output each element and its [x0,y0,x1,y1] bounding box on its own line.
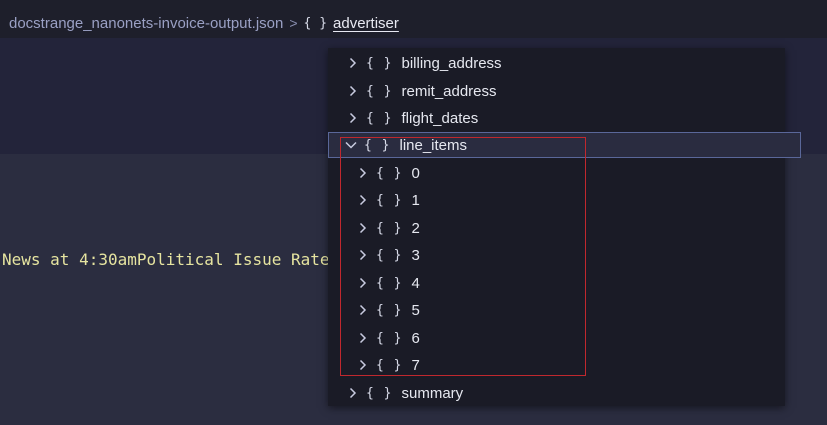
chevron-right-icon [356,193,370,207]
outline-item-line-items[interactable]: { } line_items [328,132,801,158]
chevron-right-icon [356,331,370,345]
object-icon: { } [376,275,403,291]
outline-item-label: remit_address [401,82,497,100]
code-line: News at 4:30amPolitical Issue Rate [2,250,330,269]
breadcrumb-file[interactable]: docstrange_nanonets-invoice-output.json [9,15,283,32]
outline-item-label: flight_dates [401,109,479,127]
breadcrumb-current[interactable]: advertiser [333,15,399,32]
outline-item-4[interactable]: { } 4 [328,270,813,296]
chevron-right-icon [356,221,370,235]
chevron-right-icon [356,248,370,262]
outline-item-1[interactable]: { } 1 [328,187,813,213]
chevron-right-icon [356,303,370,317]
outline-item-label: 0 [411,164,420,182]
outline-item-label: 3 [411,246,420,264]
chevron-right-icon [346,56,360,70]
outline-item-label: line_items [399,136,468,154]
object-icon: { } [366,385,393,401]
chevron-right-icon [356,166,370,180]
outline-item-6[interactable]: { } 6 [328,325,813,351]
outline-item-label: 7 [411,356,420,374]
title-strip [0,0,827,8]
object-icon: { } [364,137,391,153]
outline-item-summary[interactable]: { } summary [328,380,803,406]
chevron-right-icon: > [289,15,298,31]
outline-item-5[interactable]: { } 5 [328,297,813,323]
object-icon: { } [376,247,403,263]
breadcrumb: docstrange_nanonets-invoice-output.json … [0,8,827,38]
outline-dropdown: { } billing_address { } remit_address { … [328,48,801,406]
outline-item-label: 4 [411,274,420,292]
object-icon: { } [376,220,403,236]
outline-item-0[interactable]: { } 0 [328,160,813,186]
outline-item-label: summary [401,384,464,402]
object-icon: { } [376,330,403,346]
outline-item-label: 1 [411,191,420,209]
outline-item-label: billing_address [401,54,502,72]
outline-item-billing-address[interactable]: { } billing_address [328,50,803,76]
object-icon: { } [366,110,393,126]
chevron-right-icon [346,111,360,125]
chevron-down-icon [344,138,358,152]
outline-item-2[interactable]: { } 2 [328,215,813,241]
outline-item-7[interactable]: { } 7 [328,352,813,378]
object-icon: { } [366,83,393,99]
object-icon: { } [376,302,403,318]
outline-item-3[interactable]: { } 3 [328,242,813,268]
chevron-right-icon [346,84,360,98]
outline-item-label: 2 [411,219,420,237]
object-icon: { } [366,55,393,71]
chevron-right-icon [356,276,370,290]
object-icon: { } [303,15,328,31]
outline-item-remit-address[interactable]: { } remit_address [328,78,803,104]
chevron-right-icon [356,358,370,372]
outline-item-label: 6 [411,329,420,347]
object-icon: { } [376,165,403,181]
chevron-right-icon [346,386,360,400]
outline-item-flight-dates[interactable]: { } flight_dates [328,105,803,131]
object-icon: { } [376,192,403,208]
object-icon: { } [376,357,403,373]
outline-item-label: 5 [411,301,420,319]
